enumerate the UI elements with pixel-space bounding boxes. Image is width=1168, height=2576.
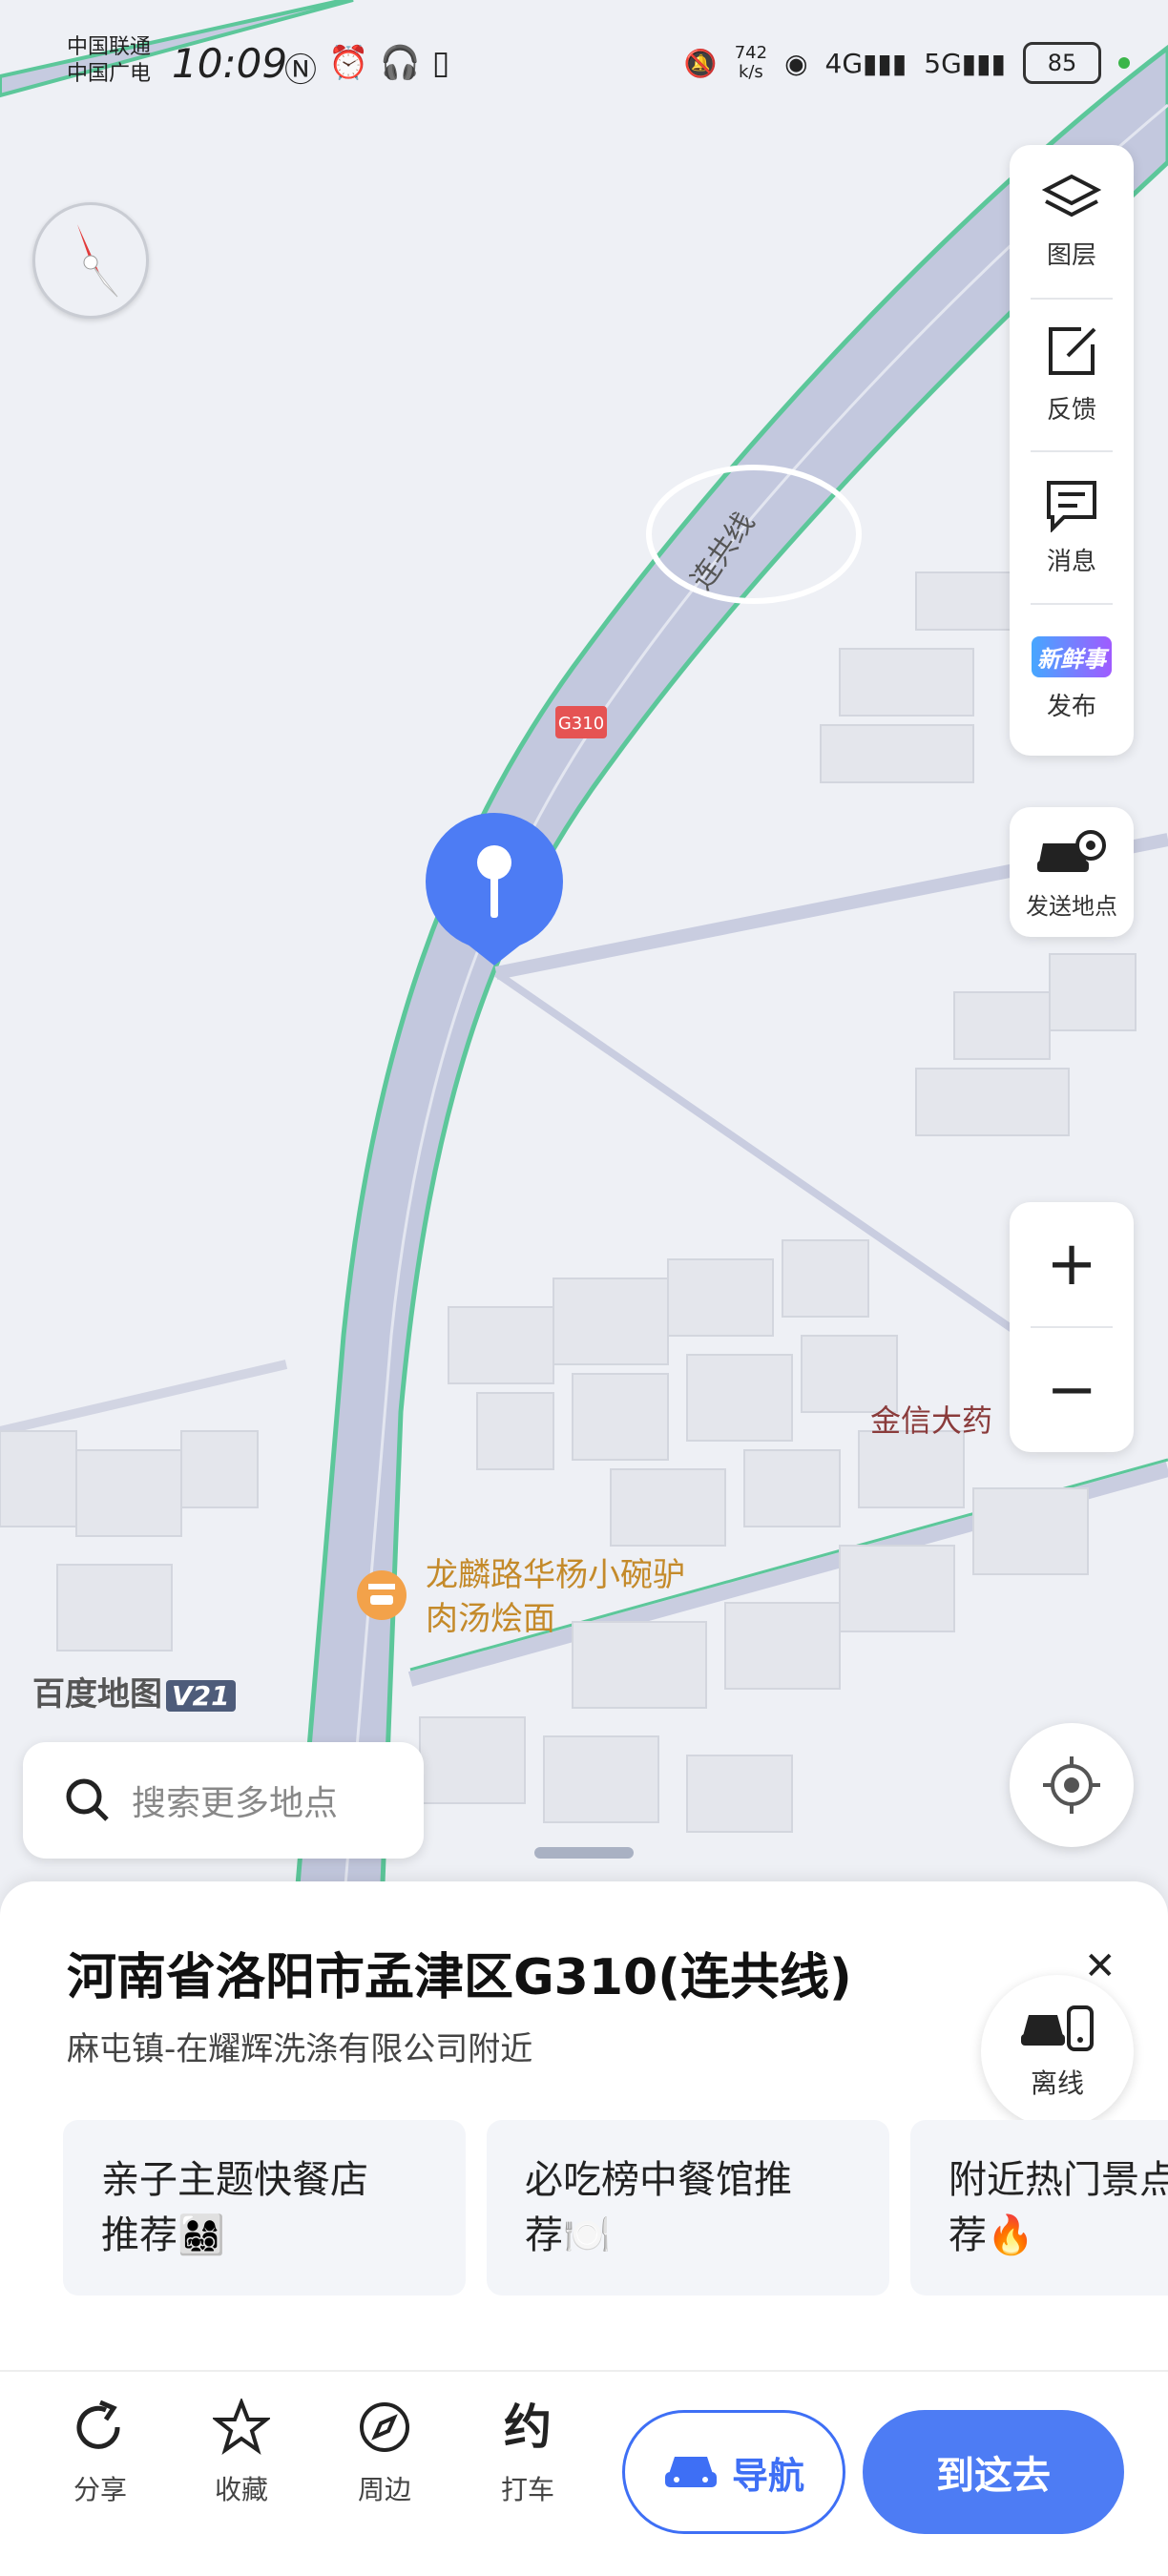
- logo-version: V21: [166, 1680, 236, 1712]
- signal-4g: 4G▮▮▮: [824, 47, 907, 79]
- compass-icon: [77, 224, 118, 298]
- layers-button[interactable]: 图层: [1010, 145, 1134, 298]
- search-icon: [66, 1778, 109, 1821]
- logo-text: 百度地图: [32, 1675, 162, 1714]
- recommend-card[interactable]: 附近热门景点 荐🔥: [910, 2120, 1168, 2296]
- share-icon: [76, 2399, 120, 2449]
- nfc-icon: Ⓝ: [284, 52, 317, 90]
- speed-unit: k/s: [738, 62, 763, 82]
- car-location-icon: [1037, 829, 1106, 872]
- favorite-label: 收藏: [214, 2474, 268, 2505]
- plus-icon: +: [1046, 1229, 1097, 1299]
- send-location-label: 发送地点: [1026, 892, 1117, 920]
- carrier-info: 中国联通 中国广电: [67, 34, 151, 88]
- poi-building-label: 金信大药: [870, 1402, 992, 1439]
- send-location-button[interactable]: 发送地点: [1010, 807, 1134, 937]
- nearby-button[interactable]: 周边: [332, 2399, 437, 2532]
- share-button[interactable]: 分享: [48, 2399, 153, 2532]
- messages-button[interactable]: 消息: [1010, 450, 1134, 603]
- headphones-icon: 🎧: [380, 44, 421, 82]
- network-speed: 742 k/s: [735, 44, 767, 82]
- compass-button[interactable]: [32, 202, 149, 319]
- offline-car-icon: [1021, 2005, 1094, 2051]
- baidu-map-logo: 百度地图 V21: [32, 1668, 236, 1714]
- message-icon: [1047, 480, 1096, 532]
- status-bar: 中国联通 中国广电 10:09 Ⓝ ⏰ 🎧 ▯ 🔕 742 k/s ◉ 4G▮▮…: [0, 0, 1168, 134]
- nearby-label: 周边: [357, 2474, 411, 2505]
- messages-label: 消息: [1046, 547, 1096, 576]
- favorite-button[interactable]: 收藏: [189, 2399, 294, 2532]
- locate-icon: [1043, 1756, 1100, 1814]
- alarm-icon: ⏰: [328, 44, 369, 82]
- status-left-icons: Ⓝ ⏰ 🎧 ▯: [284, 44, 449, 91]
- taxi-icon: 约: [504, 2399, 552, 2455]
- go-here-label: 到这去: [936, 2454, 1051, 2498]
- search-box[interactable]: 搜索更多地点: [23, 1742, 424, 1859]
- star-icon: [213, 2399, 270, 2455]
- news-badge: 新鲜事: [1032, 636, 1112, 677]
- offline-button[interactable]: 离线: [981, 1975, 1134, 2128]
- share-label: 分享: [73, 2474, 127, 2505]
- activity-dot: [1118, 57, 1130, 69]
- screen: { "status_bar": { "carrier_1": "中国联通", "…: [0, 0, 1168, 2576]
- feedback-button[interactable]: 反馈: [1010, 298, 1134, 450]
- poi-restaurant-label[interactable]: 龙麟路华杨小碗驴肉汤烩面: [426, 1553, 712, 1641]
- search-placeholder: 搜索更多地点: [132, 1784, 339, 1823]
- map-tools-panel: 图层 反馈 消息 新鲜事 发布: [1010, 145, 1134, 756]
- battery-indicator: 85: [1023, 42, 1101, 84]
- navigate-button[interactable]: 导航: [622, 2410, 845, 2534]
- publish-label: 发布: [1046, 693, 1096, 721]
- publish-button[interactable]: 新鲜事 发布: [1010, 603, 1134, 756]
- feedback-icon: [1049, 326, 1096, 375]
- carrier-1: 中国联通: [67, 35, 152, 59]
- recommend-card[interactable]: 必吃榜中餐馆推 荐🍽️: [487, 2120, 889, 2296]
- zoom-controls: + −: [1010, 1202, 1134, 1452]
- car-icon: [664, 2457, 717, 2487]
- place-title: 河南省洛阳市孟津区G310(连共线): [67, 1949, 852, 2006]
- battery-small-icon: ▯: [431, 44, 450, 82]
- highway-shield: G310: [558, 714, 604, 734]
- recommendation-cards: 亲子主题快餐店 推荐👨‍👩‍👧‍👦 必吃榜中餐馆推 荐🍽️ 附近热门景点 荐🔥: [63, 2120, 1168, 2296]
- zoom-in-button[interactable]: +: [1010, 1202, 1134, 1326]
- navigate-label: 导航: [731, 2454, 804, 2497]
- signal-5g: 5G▮▮▮: [924, 47, 1006, 79]
- status-right-icons: 🔕 742 k/s ◉ 4G▮▮▮ 5G▮▮▮ 85: [684, 42, 1130, 84]
- taxi-button[interactable]: 约 打车: [475, 2399, 580, 2532]
- layers-label: 图层: [1046, 240, 1096, 270]
- zoom-out-button[interactable]: −: [1010, 1328, 1134, 1452]
- locate-me-button[interactable]: [1010, 1723, 1134, 1847]
- speed-value: 742: [734, 43, 768, 63]
- action-bar: 分享 收藏 周边 约 打车 导航 到这去: [0, 2370, 1168, 2576]
- place-detail-sheet: 河南省洛阳市孟津区G310(连共线) 麻屯镇-在耀辉洗涤有限公司附近 ✕ 离线 …: [0, 1847, 1168, 2576]
- minus-icon: −: [1046, 1355, 1097, 1425]
- layers-icon: [1042, 174, 1101, 217]
- hotspot-icon: ◉: [784, 47, 808, 79]
- carrier-2: 中国广电: [67, 62, 152, 86]
- feedback-label: 反馈: [1046, 395, 1096, 425]
- place-subtitle: 麻屯镇-在耀辉洗涤有限公司附近: [67, 2030, 533, 2068]
- compass-nearby-icon: [360, 2402, 409, 2452]
- recommend-card[interactable]: 亲子主题快餐店 推荐👨‍👩‍👧‍👦: [63, 2120, 466, 2296]
- taxi-label: 打车: [500, 2474, 554, 2505]
- go-here-button[interactable]: 到这去: [863, 2410, 1124, 2534]
- offline-label: 离线: [1030, 2067, 1084, 2099]
- clock: 10:09: [172, 40, 288, 87]
- sheet-drag-handle[interactable]: [534, 1847, 634, 1859]
- mute-bell-icon: 🔕: [683, 47, 718, 79]
